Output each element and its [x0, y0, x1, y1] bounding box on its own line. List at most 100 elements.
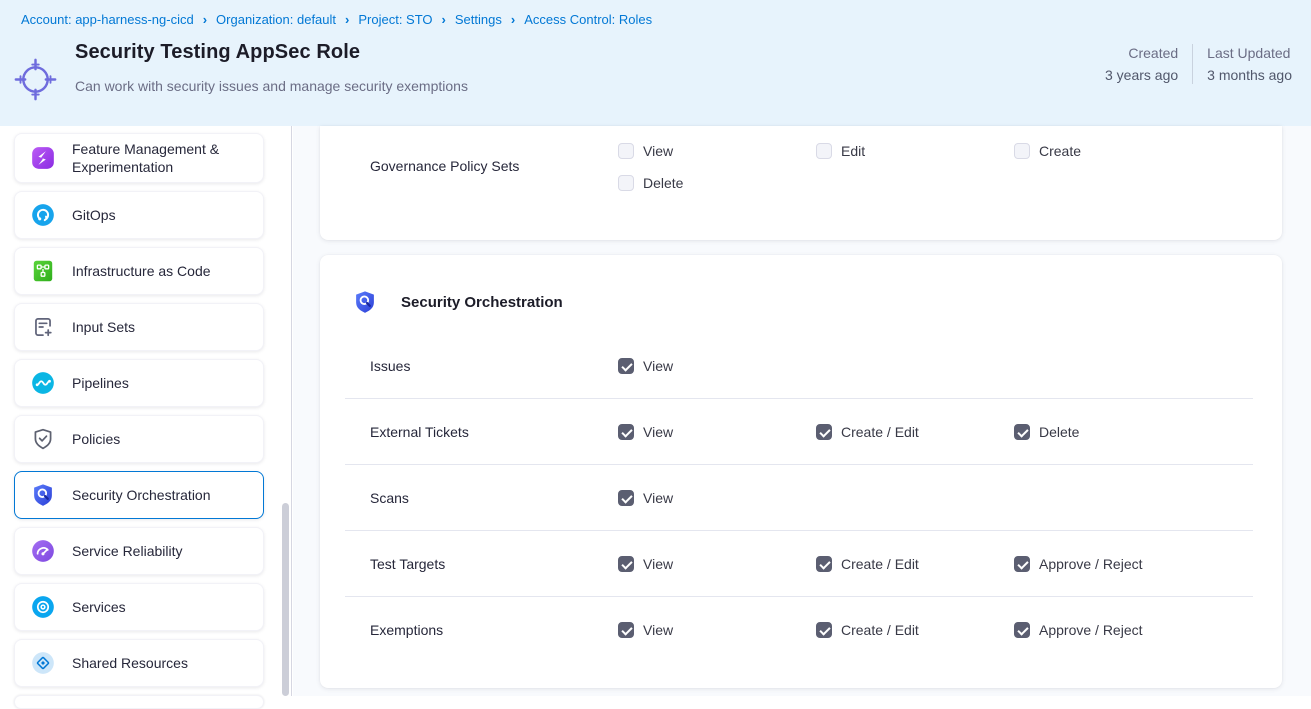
checked-checkbox[interactable] — [1014, 622, 1030, 638]
permission-row-label: Test Targets — [320, 556, 618, 572]
permission-row-label: Issues — [320, 358, 618, 374]
checkbox-label: View — [643, 622, 673, 638]
sidebar-item-feature-management-experimentation[interactable]: Feature Management & Experimentation — [14, 133, 264, 183]
checkbox-label: View — [643, 358, 673, 374]
security-orchestration-card: Security Orchestration Issues View Externa… — [320, 255, 1282, 688]
checkbox-label: Create — [1039, 143, 1081, 159]
unchecked-checkbox[interactable] — [816, 143, 832, 159]
breadcrumb-account[interactable]: Account: app-harness-ng-cicd — [21, 12, 194, 27]
sidebar-item-infrastructure-as-code[interactable]: Infrastructure as Code — [14, 247, 264, 295]
checked-checkbox[interactable] — [1014, 556, 1030, 572]
security-orchestration-rows: Issues View External Tickets View Create / E… — [320, 333, 1282, 662]
permission-row-label: Scans — [320, 490, 618, 506]
permission-option: Create — [1014, 135, 1212, 167]
checked-checkbox[interactable] — [816, 556, 832, 572]
checked-checkbox[interactable] — [816, 424, 832, 440]
permission-option: Create / Edit — [816, 416, 1014, 448]
checkbox-label: Create / Edit — [841, 556, 919, 572]
breadcrumb-settings[interactable]: Settings — [455, 12, 502, 27]
checked-checkbox[interactable] — [618, 556, 634, 572]
sidebar-item-label: Pipelines — [72, 374, 129, 392]
last-updated-value: 3 months ago — [1207, 64, 1292, 86]
chevron-right-icon: › — [345, 12, 349, 27]
checkbox-label: Approve / Reject — [1039, 622, 1143, 638]
permission-row-options: View — [618, 350, 1282, 382]
sidebar-item-partial[interactable] — [14, 695, 264, 709]
chevron-right-icon: › — [442, 12, 446, 27]
sidebar-item-service-reliability[interactable]: Service Reliability — [14, 527, 264, 575]
feature-management-icon — [30, 145, 56, 171]
unchecked-checkbox[interactable] — [1014, 143, 1030, 159]
sidebar-item-security-orchestration[interactable]: Security Orchestration — [14, 471, 264, 519]
services-icon — [30, 594, 56, 620]
checked-checkbox[interactable] — [618, 424, 634, 440]
sidebar-item-label: Security Orchestration — [72, 486, 211, 504]
pipelines-icon — [30, 370, 56, 396]
page-title: Security Testing AppSec Role — [75, 41, 360, 64]
sidebar-item-gitops[interactable]: GitOps — [14, 191, 264, 239]
checkbox-label: Edit — [841, 143, 865, 159]
sidebar-item-pipelines[interactable]: Pipelines — [14, 359, 264, 407]
crosshair-role-icon — [13, 57, 58, 102]
resource-sidebar: Feature Management & Experimentation GitO… — [0, 126, 292, 696]
permission-row-exemptions: ExemptionsViewCreate / EditApprove / Rej… — [320, 597, 1282, 662]
checked-checkbox[interactable] — [816, 622, 832, 638]
permission-option: View — [618, 614, 816, 646]
security-orchestration-title: Security Orchestration — [401, 294, 563, 311]
permission-option: Delete — [618, 167, 816, 199]
breadcrumb-organization[interactable]: Organization: default — [216, 12, 336, 27]
policies-icon — [30, 426, 56, 452]
sidebar-item-shared-resources[interactable]: Shared Resources — [14, 639, 264, 687]
permission-option: Approve / Reject — [1014, 614, 1212, 646]
chevron-right-icon: › — [203, 12, 207, 27]
sidebar-item-policies[interactable]: Policies — [14, 415, 264, 463]
sidebar-item-label: Feature Management & Experimentation — [72, 140, 251, 176]
created-label: Created — [1105, 42, 1178, 64]
created-value: 3 years ago — [1105, 64, 1178, 86]
permission-option: View — [618, 482, 816, 514]
infrastructure-as-code-icon — [30, 258, 56, 284]
sidebar-item-label: GitOps — [72, 206, 116, 224]
shared-resources-icon — [30, 650, 56, 676]
unchecked-checkbox[interactable] — [618, 143, 634, 159]
permission-option: Approve / Reject — [1014, 548, 1212, 580]
security-orchestration-icon — [30, 482, 56, 508]
permission-row-test-targets: Test Targets View Create / Edit Approve / R… — [320, 531, 1282, 596]
checkbox-label: Delete — [643, 175, 683, 191]
breadcrumb-project[interactable]: Project: STO — [358, 12, 432, 27]
breadcrumb-access-control-roles[interactable]: Access Control: Roles — [524, 12, 652, 27]
sidebar-item-label: Infrastructure as Code — [72, 262, 211, 280]
gitops-icon — [30, 202, 56, 228]
input-sets-icon — [30, 314, 56, 340]
permission-row-label: External Tickets — [320, 424, 618, 440]
sidebar-item-services[interactable]: Services — [14, 583, 264, 631]
governance-row-label: Governance Policy Sets — [320, 126, 618, 199]
checkbox-label: View — [643, 490, 673, 506]
checkbox-label: Create / Edit — [841, 424, 919, 440]
permission-row-scans: Scans View — [320, 465, 1282, 530]
checkbox-label: View — [643, 556, 673, 572]
permission-option: Delete — [1014, 416, 1212, 448]
sidebar-item-label: Shared Resources — [72, 654, 188, 672]
checked-checkbox[interactable] — [1014, 424, 1030, 440]
security-orchestration-icon — [352, 289, 378, 315]
checked-checkbox[interactable] — [618, 622, 634, 638]
checked-checkbox[interactable] — [618, 358, 634, 374]
checked-checkbox[interactable] — [618, 490, 634, 506]
service-reliability-icon — [30, 538, 56, 564]
governance-policy-sets-card: Governance Policy Sets View Edit Create Del… — [320, 126, 1282, 240]
checkbox-label: Create / Edit — [841, 622, 919, 638]
permission-option: View — [618, 548, 816, 580]
permission-row-options: View Create / Edit Approve / Reject — [618, 548, 1282, 580]
permission-option: View — [618, 135, 816, 167]
sidebar-scrollbar-thumb[interactable] — [282, 503, 289, 696]
permission-row-options: ViewCreate / EditDelete — [618, 416, 1282, 448]
permission-row-external-tickets: External TicketsViewCreate / EditDelete — [320, 399, 1282, 464]
checkbox-label: View — [643, 143, 673, 159]
checkbox-label: Delete — [1039, 424, 1079, 440]
sidebar-item-label: Service Reliability — [72, 542, 182, 560]
permission-row-options: View Create / Edit Approve / Reject — [618, 614, 1282, 646]
sidebar-item-label: Input Sets — [72, 318, 135, 336]
unchecked-checkbox[interactable] — [618, 175, 634, 191]
sidebar-item-input-sets[interactable]: Input Sets — [14, 303, 264, 351]
